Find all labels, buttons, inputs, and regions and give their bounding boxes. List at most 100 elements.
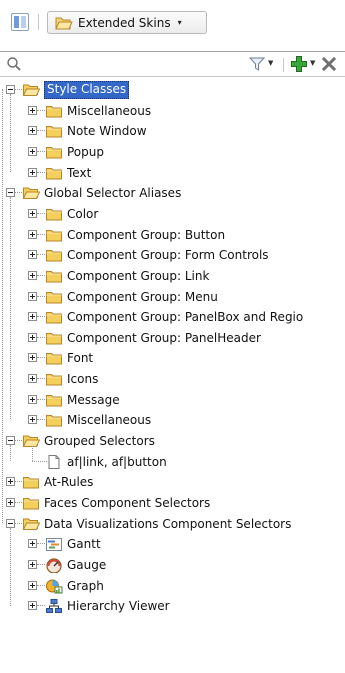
- expand-icon[interactable]: [28, 374, 37, 383]
- folder-open-icon: [22, 516, 41, 532]
- collapse-icon[interactable]: [6, 436, 15, 445]
- tree-row[interactable]: Grouped Selectors: [0, 431, 345, 451]
- tree-connector: [15, 192, 22, 193]
- folder-icon: [45, 165, 63, 181]
- expand-icon[interactable]: [28, 539, 37, 548]
- tree-connector: [37, 564, 45, 565]
- tree-row[interactable]: Gauge: [0, 555, 345, 575]
- skin-selector-dropdown[interactable]: Extended Skins ▾: [47, 11, 207, 34]
- panel-layout-icon[interactable]: [11, 13, 29, 31]
- delete-icon[interactable]: [321, 56, 337, 72]
- tree-connector: [37, 130, 45, 131]
- tree-row[interactable]: Hierarchy Viewer: [0, 596, 345, 616]
- tree-guide-line: [10, 94, 11, 172]
- expand-icon[interactable]: [28, 415, 37, 424]
- expand-icon[interactable]: [28, 395, 37, 404]
- tree-row[interactable]: Popup: [0, 142, 345, 162]
- folder-icon: [45, 206, 63, 222]
- tree-connector: [37, 605, 45, 606]
- tree-node-label: Component Group: Form Controls: [67, 248, 269, 262]
- folder-icon: [45, 371, 63, 387]
- tree-row[interactable]: Component Group: Menu: [0, 287, 345, 307]
- tree-row[interactable]: Text: [0, 163, 345, 183]
- tree-node-label: Color: [67, 207, 99, 221]
- tree-connector: [37, 585, 45, 586]
- tree-row[interactable]: At-Rules: [0, 472, 345, 492]
- tree-guide-line: [2, 89, 3, 523]
- gauge-icon: [45, 557, 63, 574]
- tree-row[interactable]: Global Selector Aliases: [0, 183, 345, 203]
- tree-node-label: Gauge: [67, 558, 107, 572]
- tree-connector: [15, 89, 22, 90]
- collapse-icon[interactable]: [6, 85, 15, 94]
- tree-row[interactable]: Component Group: PanelHeader: [0, 328, 345, 348]
- folder-icon: [45, 268, 63, 284]
- tree-connector: [15, 523, 22, 524]
- expand-icon[interactable]: [6, 498, 15, 507]
- tree-row[interactable]: Faces Component Selectors: [0, 493, 345, 513]
- expand-icon[interactable]: [28, 147, 37, 156]
- tree-row[interactable]: Note Window: [0, 121, 345, 141]
- tree-row[interactable]: Component Group: PanelBox and Regio: [0, 307, 345, 327]
- expand-icon[interactable]: [28, 292, 37, 301]
- tree-row[interactable]: Message: [0, 390, 345, 410]
- tree-connector: [37, 419, 45, 420]
- tree-connector: [37, 254, 45, 255]
- add-dropdown-caret[interactable]: ▼: [310, 59, 315, 67]
- expand-icon[interactable]: [28, 601, 37, 610]
- folder-open-icon: [22, 185, 41, 201]
- collapse-icon[interactable]: [6, 519, 15, 528]
- expand-icon[interactable]: [28, 333, 37, 342]
- tree-row[interactable]: Miscellaneous: [0, 410, 345, 430]
- tree-row[interactable]: Component Group: Button: [0, 225, 345, 245]
- expand-icon[interactable]: [28, 560, 37, 569]
- tree-node-label: Component Group: Button: [67, 228, 226, 242]
- expand-icon[interactable]: [28, 126, 37, 135]
- tree-node-label: af|link, af|button: [67, 455, 167, 469]
- folder-open-icon: [22, 82, 41, 98]
- tree-node-label: Note Window: [67, 124, 147, 138]
- tree-row[interactable]: Style Classes: [0, 80, 345, 100]
- tree-row[interactable]: Color: [0, 204, 345, 224]
- expand-icon[interactable]: [28, 209, 37, 218]
- search-input[interactable]: [26, 55, 220, 75]
- tree-node-label: Text: [67, 166, 92, 180]
- tree-row[interactable]: Font: [0, 348, 345, 368]
- tree-row[interactable]: Icons: [0, 369, 345, 389]
- selector-tree: Style Classes Miscellaneous Note Window Pop…: [0, 80, 345, 673]
- tree-row[interactable]: Gantt: [0, 534, 345, 554]
- expand-icon[interactable]: [28, 106, 37, 115]
- filter-dropdown-caret[interactable]: ▼: [268, 59, 273, 67]
- folder-icon: [45, 412, 63, 428]
- expand-icon[interactable]: [28, 230, 37, 239]
- tree-connector: [32, 446, 33, 461]
- tree-connector: [37, 378, 45, 379]
- folder-open-icon: [55, 17, 73, 29]
- tree-row[interactable]: Data Visualizations Component Selectors: [0, 514, 345, 534]
- tree-row[interactable]: Miscellaneous: [0, 101, 345, 121]
- expand-icon[interactable]: [28, 353, 37, 362]
- collapse-icon[interactable]: [6, 188, 15, 197]
- tree-row[interactable]: Component Group: Link: [0, 266, 345, 286]
- tree-node-label: Component Group: Link: [67, 269, 210, 283]
- filter-icon[interactable]: [249, 56, 265, 72]
- expand-icon[interactable]: [28, 271, 37, 280]
- tree-node-label: Graph: [67, 579, 104, 593]
- tree-node-label: At-Rules: [44, 475, 94, 489]
- tree-connector: [37, 357, 45, 358]
- tree-row[interactable]: af|link, af|button: [0, 446, 345, 472]
- add-icon[interactable]: [290, 55, 308, 73]
- expand-icon[interactable]: [28, 581, 37, 590]
- expand-icon[interactable]: [28, 250, 37, 259]
- folder-icon: [45, 103, 63, 119]
- tree-row[interactable]: Graph: [0, 576, 345, 596]
- folder-icon: [45, 330, 63, 346]
- tree-row[interactable]: Component Group: Form Controls: [0, 245, 345, 265]
- folder-icon: [22, 474, 40, 490]
- folder-open-icon: [22, 433, 41, 449]
- tree-connector: [37, 337, 45, 338]
- expand-icon[interactable]: [28, 168, 37, 177]
- hierarchy-viewer-icon: [45, 598, 63, 614]
- expand-icon[interactable]: [28, 312, 37, 321]
- expand-icon[interactable]: [6, 477, 15, 486]
